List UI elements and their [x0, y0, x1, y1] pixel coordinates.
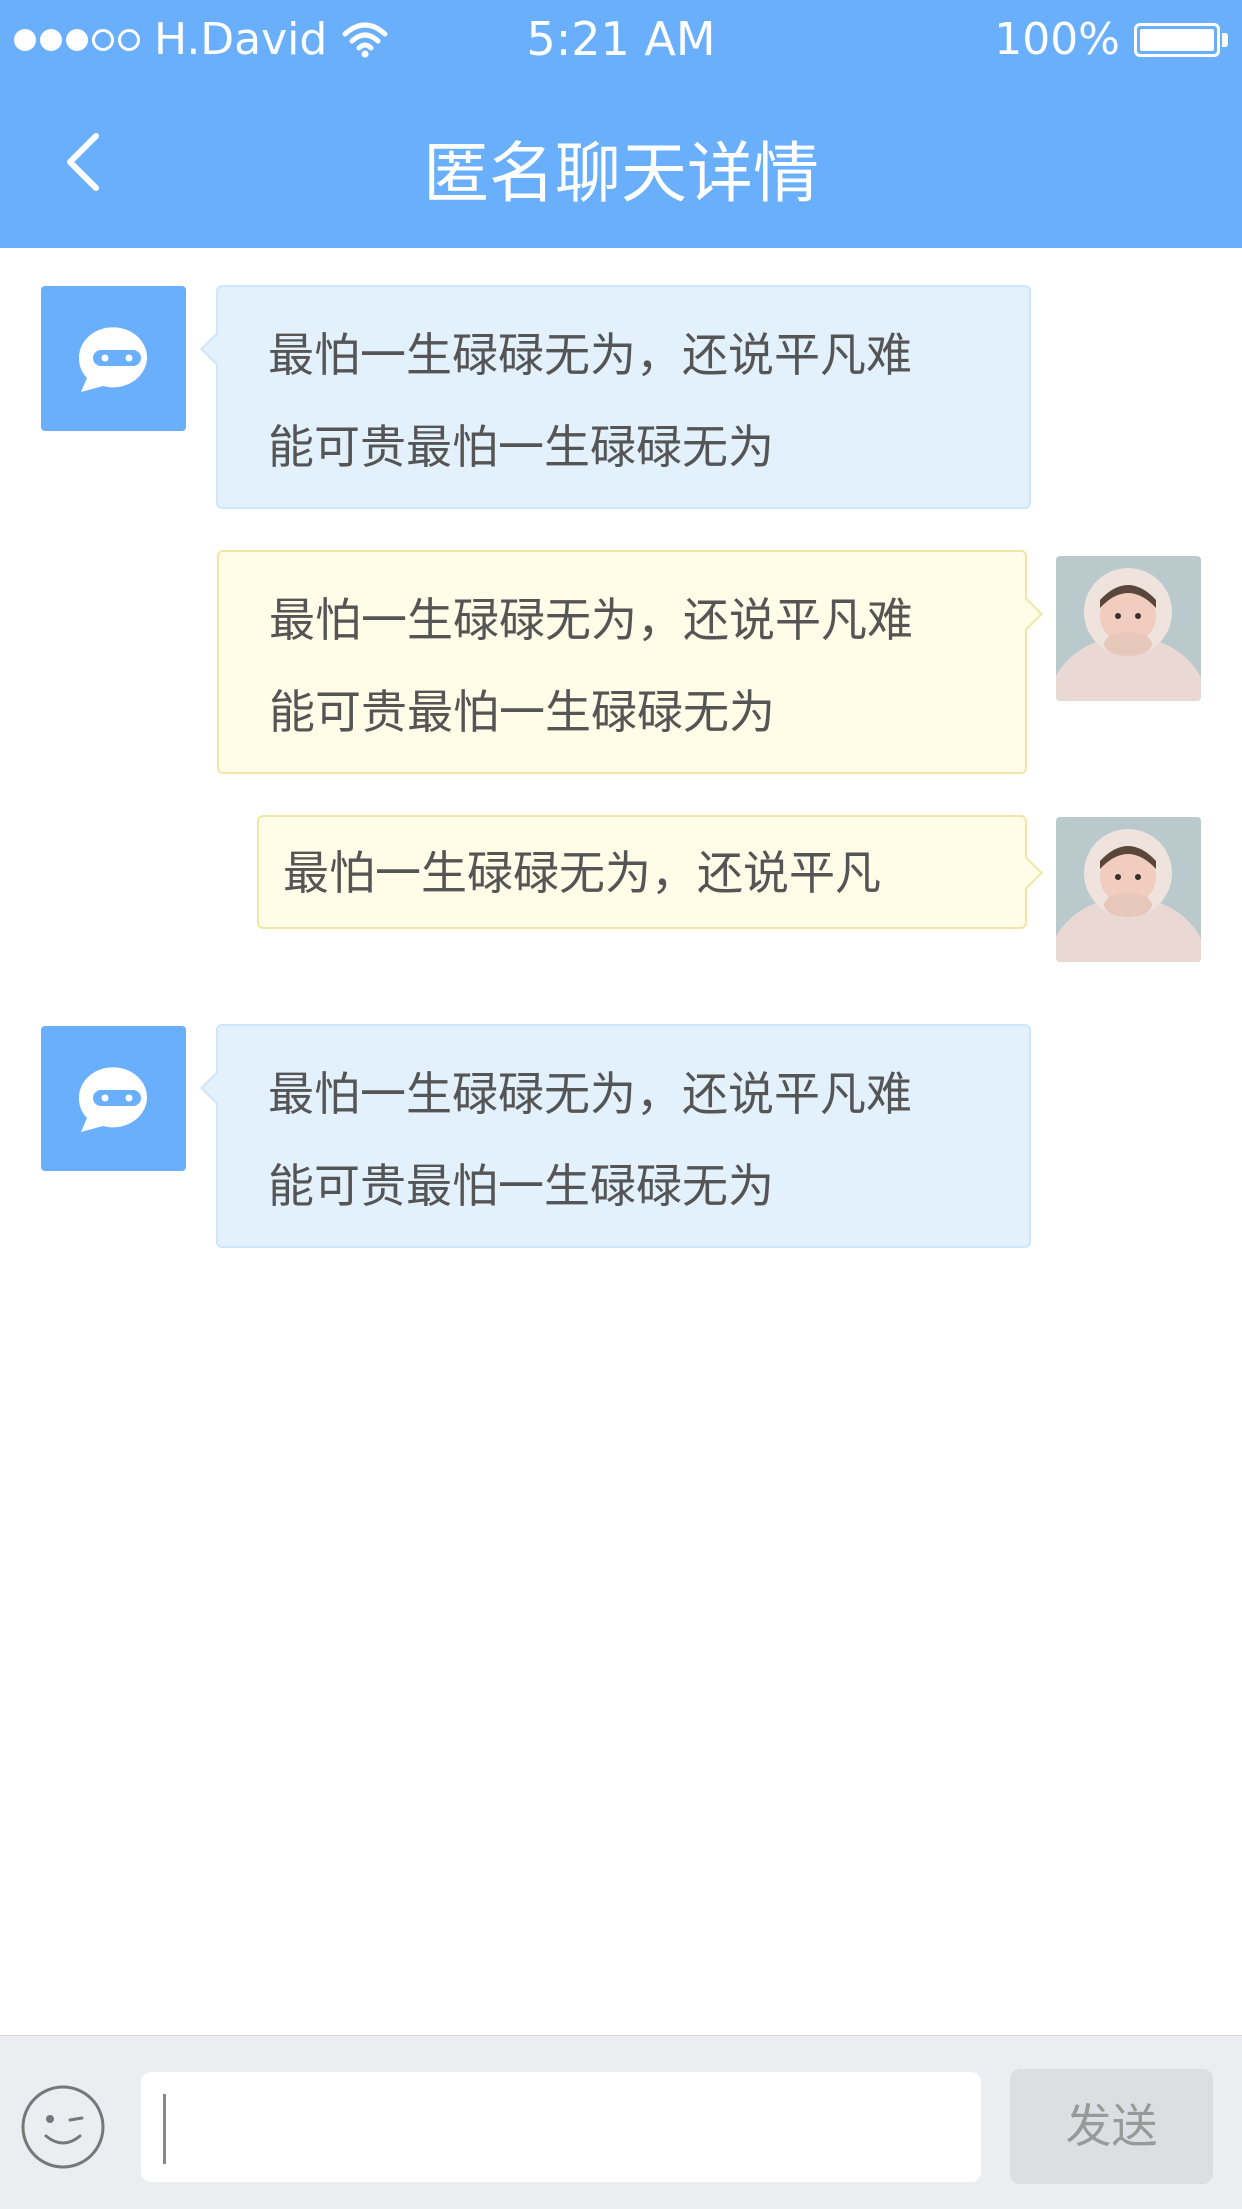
composer-bar: 发送 — [0, 2035, 1242, 2209]
battery-percent: 100% — [994, 14, 1120, 65]
message-bubble-left: 最怕一生碌碌无为，还说平凡难 能可贵最怕一生碌碌无为 — [200, 1024, 1031, 1248]
message-text: 最怕一生碌碌无为，还说平凡难 能可贵最怕一生碌碌无为 — [268, 1067, 912, 1213]
chat-bot-icon — [78, 1067, 147, 1132]
text-caret — [163, 2094, 166, 2164]
battery-indicator: 100% — [994, 14, 1228, 65]
user-photo — [1056, 556, 1201, 701]
message-bubble-left: 最怕一生碌碌无为，还说平凡难 能可贵最怕一生碌碌无为 — [200, 285, 1031, 509]
send-button[interactable]: 发送 — [1010, 2069, 1213, 2184]
chat-bot-icon — [78, 327, 147, 392]
bot-avatar[interactable] — [41, 1026, 186, 1171]
emoji-icon[interactable] — [20, 2084, 106, 2170]
bot-avatar[interactable] — [41, 286, 186, 431]
user-photo — [1056, 817, 1201, 962]
message-text: 最怕一生碌碌无为，还说平凡难 能可贵最怕一生碌碌无为 — [268, 328, 912, 474]
battery-icon — [1134, 22, 1220, 57]
nav-header: H.David 5:21 AM 100% 匿名聊天详情 — [0, 0, 1242, 248]
user-avatar[interactable] — [1056, 817, 1201, 962]
status-bar: H.David 5:21 AM 100% — [0, 0, 1242, 80]
message-text: 最怕一生碌碌无为，还说平凡 — [283, 846, 881, 900]
page-title: 匿名聊天详情 — [423, 135, 819, 212]
user-avatar[interactable] — [1056, 556, 1201, 701]
message-bubble-right: 最怕一生碌碌无为，还说平凡 — [257, 815, 1043, 929]
message-text: 最怕一生碌碌无为，还说平凡难 能可贵最怕一生碌碌无为 — [269, 593, 913, 739]
message-bubble-right: 最怕一生碌碌无为，还说平凡难 能可贵最怕一生碌碌无为 — [217, 550, 1043, 774]
message-input[interactable] — [141, 2072, 981, 2182]
